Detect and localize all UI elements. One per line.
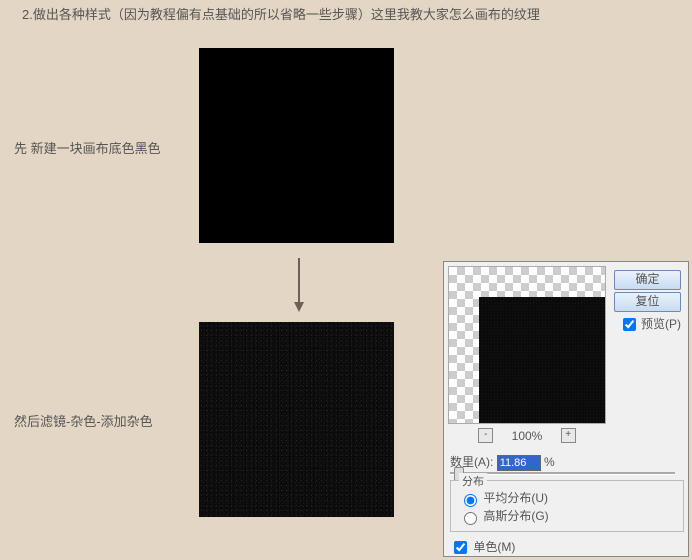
arrow-down-icon [294,258,304,313]
zoom-percent: 100% [512,429,543,443]
preview-checkbox[interactable] [623,318,636,331]
gaussian-label: 高斯分布(G) [483,509,548,523]
ok-button[interactable]: 确定 [614,270,681,290]
black-canvas-initial [199,48,394,243]
gaussian-radio[interactable] [464,512,477,525]
add-noise-dialog: - 100% + 确定 复位 预览(P) 数里(A): % 分布 平均分布(U)… [443,261,689,557]
preview-image [479,297,605,423]
amount-row: 数里(A): % [450,453,555,471]
amount-unit: % [544,455,555,469]
preview-checkbox-label: 预览(P) [641,317,681,331]
step2-label: 然后滤镜-杂色-添加杂色 [14,411,153,430]
preview-area[interactable] [448,266,606,424]
gaussian-option[interactable]: 高斯分布(G) [459,507,549,525]
uniform-radio[interactable] [464,494,477,507]
monochrome-row: 单色(M) [450,538,515,557]
zoom-controls: - 100% + [448,428,606,443]
zoom-out-button[interactable]: - [478,428,493,443]
uniform-label: 平均分布(U) [483,491,548,505]
distribution-legend: 分布 [459,473,487,489]
tutorial-title: 2.做出各种样式（因为教程偏有点基础的所以省略一些步骤）这里我教大家怎么画布的纹… [22,4,540,23]
monochrome-checkbox[interactable] [454,541,467,554]
amount-input[interactable] [497,455,541,471]
zoom-in-button[interactable]: + [561,428,576,443]
monochrome-label: 单色(M) [473,540,515,554]
step1-label: 先 新建一块画布底色黑色 [14,138,161,157]
reset-button[interactable]: 复位 [614,292,681,312]
noise-canvas-result [199,322,394,517]
distribution-group: 分布 平均分布(U) 高斯分布(G) [450,480,684,532]
preview-checkbox-row: 预览(P) [619,315,681,334]
uniform-option[interactable]: 平均分布(U) [459,489,548,507]
